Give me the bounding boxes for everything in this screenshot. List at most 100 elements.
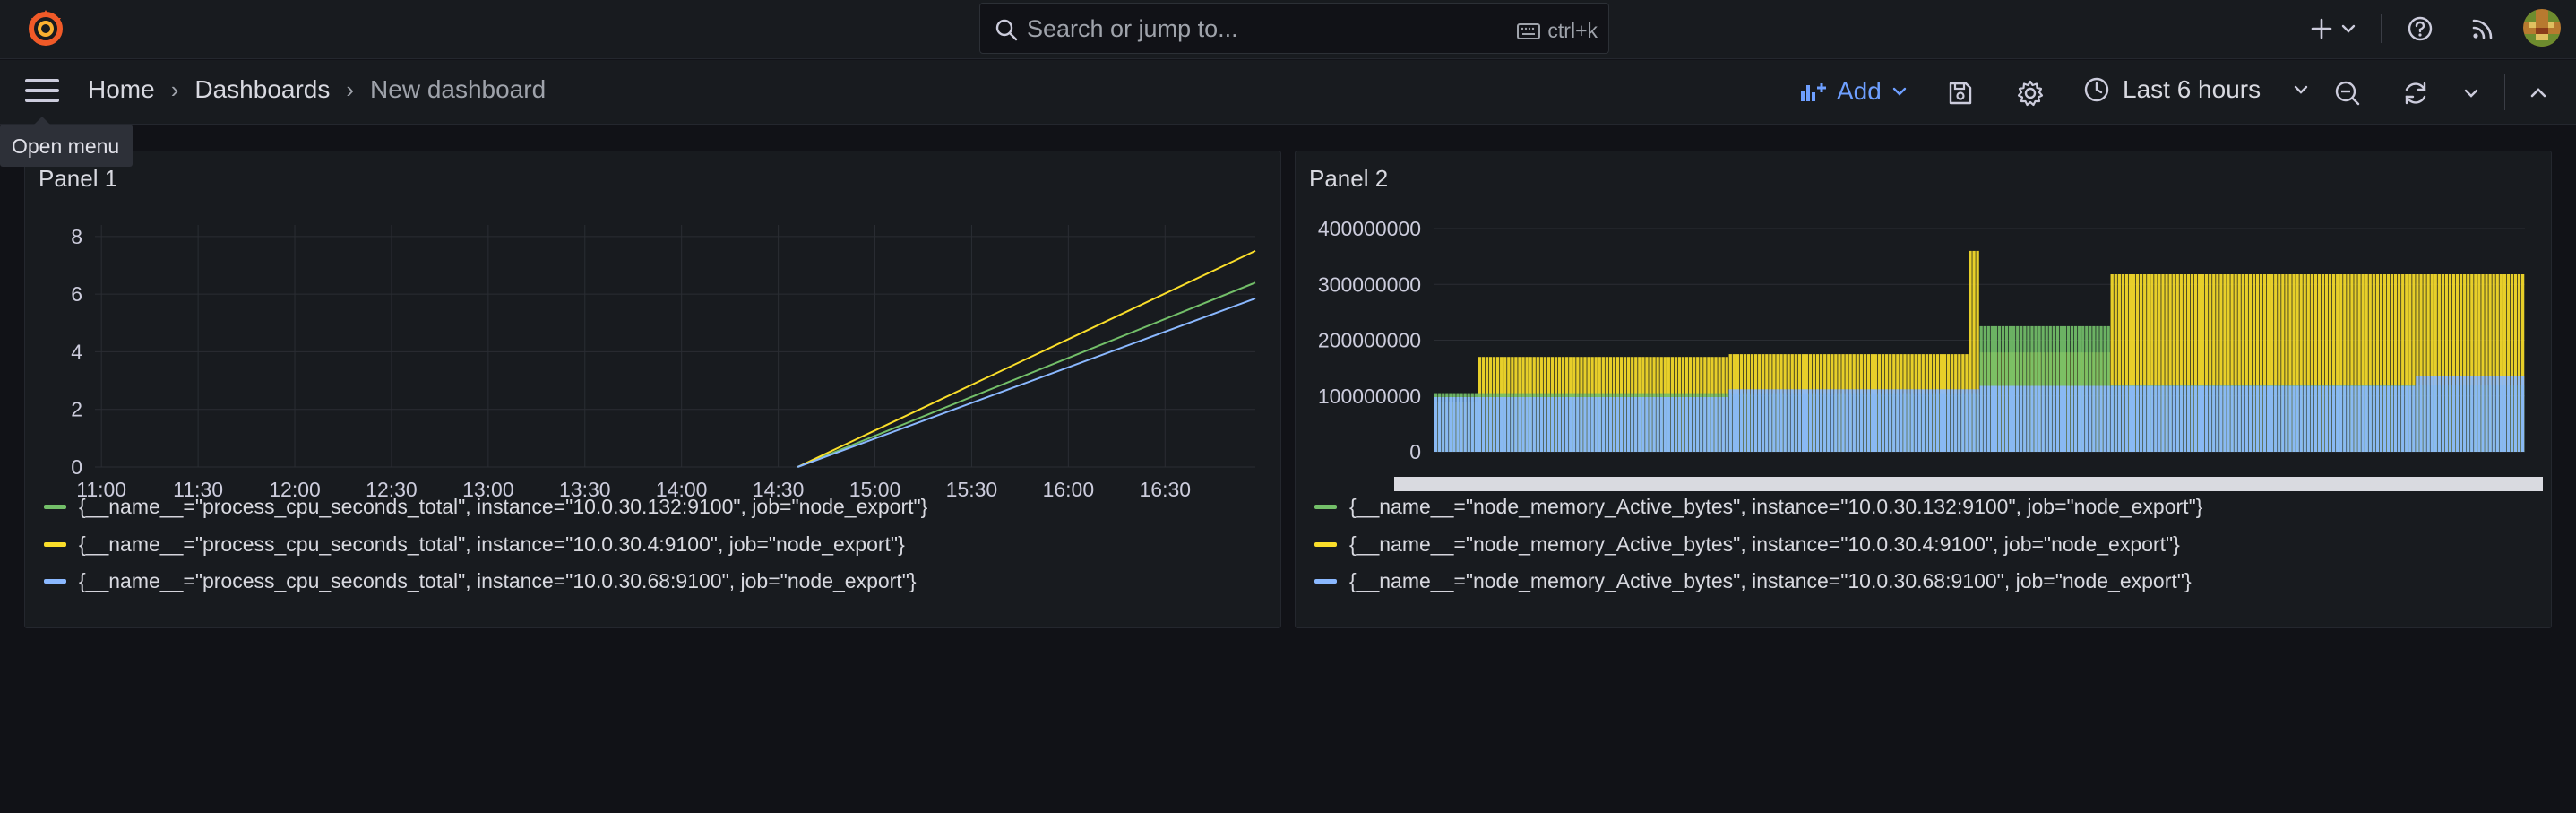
- user-avatar[interactable]: [2523, 9, 2561, 47]
- menu-icon[interactable]: [25, 79, 61, 106]
- bar-3: [1438, 397, 1442, 452]
- bar-3: [1874, 389, 1878, 452]
- bar-3: [1467, 397, 1470, 452]
- bar-3: [1753, 389, 1758, 452]
- breadcrumb-home[interactable]: Home: [88, 75, 155, 104]
- bar-3: [2244, 385, 2248, 452]
- bar-3: [2052, 385, 2055, 452]
- series-line-3: [797, 298, 1256, 468]
- bar-3: [2234, 385, 2237, 452]
- legend-item[interactable]: {__name__="process_cpu_seconds_total", i…: [44, 526, 927, 564]
- refresh-button[interactable]: [2399, 76, 2433, 110]
- legend-item[interactable]: {__name__="process_cpu_seconds_total", i…: [44, 563, 927, 601]
- collapse-toolbar-button[interactable]: [2521, 76, 2555, 110]
- bar-3: [2070, 385, 2074, 452]
- dashboard-settings-button[interactable]: [2013, 76, 2047, 110]
- dashboard-nav-bar: Home › Dashboards › New dashboard Add La…: [0, 60, 2576, 125]
- bar-3: [2179, 385, 2183, 452]
- bar-3: [1670, 397, 1675, 452]
- y-tick-label: 2: [71, 398, 82, 421]
- bar-3: [1776, 389, 1779, 452]
- chevron-down-icon: [2341, 24, 2356, 33]
- bar-3: [1445, 397, 1449, 452]
- bar-3: [1667, 397, 1670, 452]
- bar-3: [2317, 385, 2322, 452]
- bar-3: [1500, 397, 1503, 452]
- bar-3: [2158, 385, 2161, 452]
- bar-3: [1997, 385, 2002, 452]
- panel-title[interactable]: Panel 1: [39, 165, 117, 193]
- bar-3: [2132, 385, 2136, 452]
- bar-3: [2103, 385, 2106, 452]
- avatar-image: [2523, 9, 2561, 47]
- bar-3: [1663, 397, 1667, 452]
- bar-3: [2416, 376, 2419, 452]
- bar-3: [1511, 397, 1514, 452]
- time-range-picker[interactable]: Last 6 hours: [2083, 75, 2311, 104]
- legend-item[interactable]: {__name__="node_memory_Active_bytes", in…: [1314, 489, 2202, 526]
- bar-3: [1495, 397, 1500, 452]
- bar-3: [1539, 397, 1543, 452]
- bar-3: [2270, 385, 2274, 452]
- legend-item[interactable]: {__name__="node_memory_Active_bytes", in…: [1314, 526, 2202, 564]
- bar-3: [1845, 389, 1848, 452]
- bar-3: [2004, 385, 2009, 452]
- panel-title[interactable]: Panel 2: [1309, 165, 1388, 193]
- grafana-logo-icon[interactable]: [25, 7, 66, 48]
- bar-3: [1812, 389, 1816, 452]
- bar-3: [2441, 376, 2445, 452]
- bar-3: [1474, 397, 1478, 452]
- save-dashboard-button[interactable]: [1943, 76, 1977, 110]
- bar-3: [1525, 397, 1529, 452]
- bar-3: [1449, 397, 1452, 452]
- bar-3: [1638, 397, 1641, 452]
- panel-2[interactable]: 0 100000000 200000000 300000000 400000000 Pa…: [1295, 151, 2552, 628]
- bar-3: [1521, 397, 1525, 452]
- panel-1[interactable]: 0 2 4 6 8 11:00 11:30 12:00 12:30 13:00 13:30 14:00…: [24, 151, 1281, 628]
- legend-item[interactable]: {__name__="process_cpu_seconds_total", i…: [44, 489, 927, 526]
- bar-3: [2008, 385, 2012, 452]
- bar-3: [2503, 376, 2506, 452]
- bar-3: [2405, 385, 2408, 452]
- bar-3: [2401, 385, 2405, 452]
- bar-3: [1707, 397, 1710, 452]
- bar-3: [1815, 389, 1820, 452]
- bar-3: [2034, 385, 2038, 452]
- bar-3: [1594, 397, 1598, 452]
- breadcrumb-dashboards[interactable]: Dashboards: [194, 75, 330, 104]
- bar-3: [1536, 397, 1539, 452]
- bar-3: [1434, 397, 1438, 452]
- bar-3: [1703, 397, 1707, 452]
- bar-3: [2281, 385, 2285, 452]
- bar-3: [1983, 385, 1986, 452]
- zoom-out-icon: [2335, 81, 2360, 106]
- new-menu-button[interactable]: [2310, 11, 2358, 47]
- news-button[interactable]: [2465, 11, 2501, 47]
- zoom-out-button[interactable]: [2330, 76, 2365, 110]
- bar-3: [2313, 385, 2318, 452]
- bar-3: [1696, 397, 1700, 452]
- bar-3: [1852, 389, 1856, 452]
- bar-3: [1917, 389, 1921, 452]
- help-button[interactable]: [2402, 11, 2438, 47]
- bar-3: [2223, 385, 2227, 452]
- bar-3: [1859, 389, 1863, 452]
- breadcrumb-current: New dashboard: [370, 75, 547, 103]
- legend-item[interactable]: {__name__="node_memory_Active_bytes", in…: [1314, 563, 2202, 601]
- bar-3: [2430, 376, 2434, 452]
- add-button[interactable]: Add: [1799, 77, 1908, 106]
- bar-3: [2336, 385, 2339, 452]
- bar-3: [2426, 376, 2430, 452]
- bar-3: [2190, 385, 2194, 452]
- legend-swatch: [1314, 505, 1337, 510]
- refresh-interval-dropdown[interactable]: [2454, 76, 2488, 110]
- bar-3: [1939, 389, 1943, 452]
- bar-3: [1714, 397, 1718, 452]
- bar-3: [2027, 385, 2030, 452]
- bar-3: [2408, 385, 2412, 452]
- bar-3: [1608, 397, 1613, 452]
- open-menu-tooltip: Open menu: [0, 117, 133, 167]
- search-box[interactable]: Search or jump to... ctrl+k: [979, 3, 1609, 54]
- bar-3: [1925, 389, 1928, 452]
- bar-3: [1583, 397, 1587, 452]
